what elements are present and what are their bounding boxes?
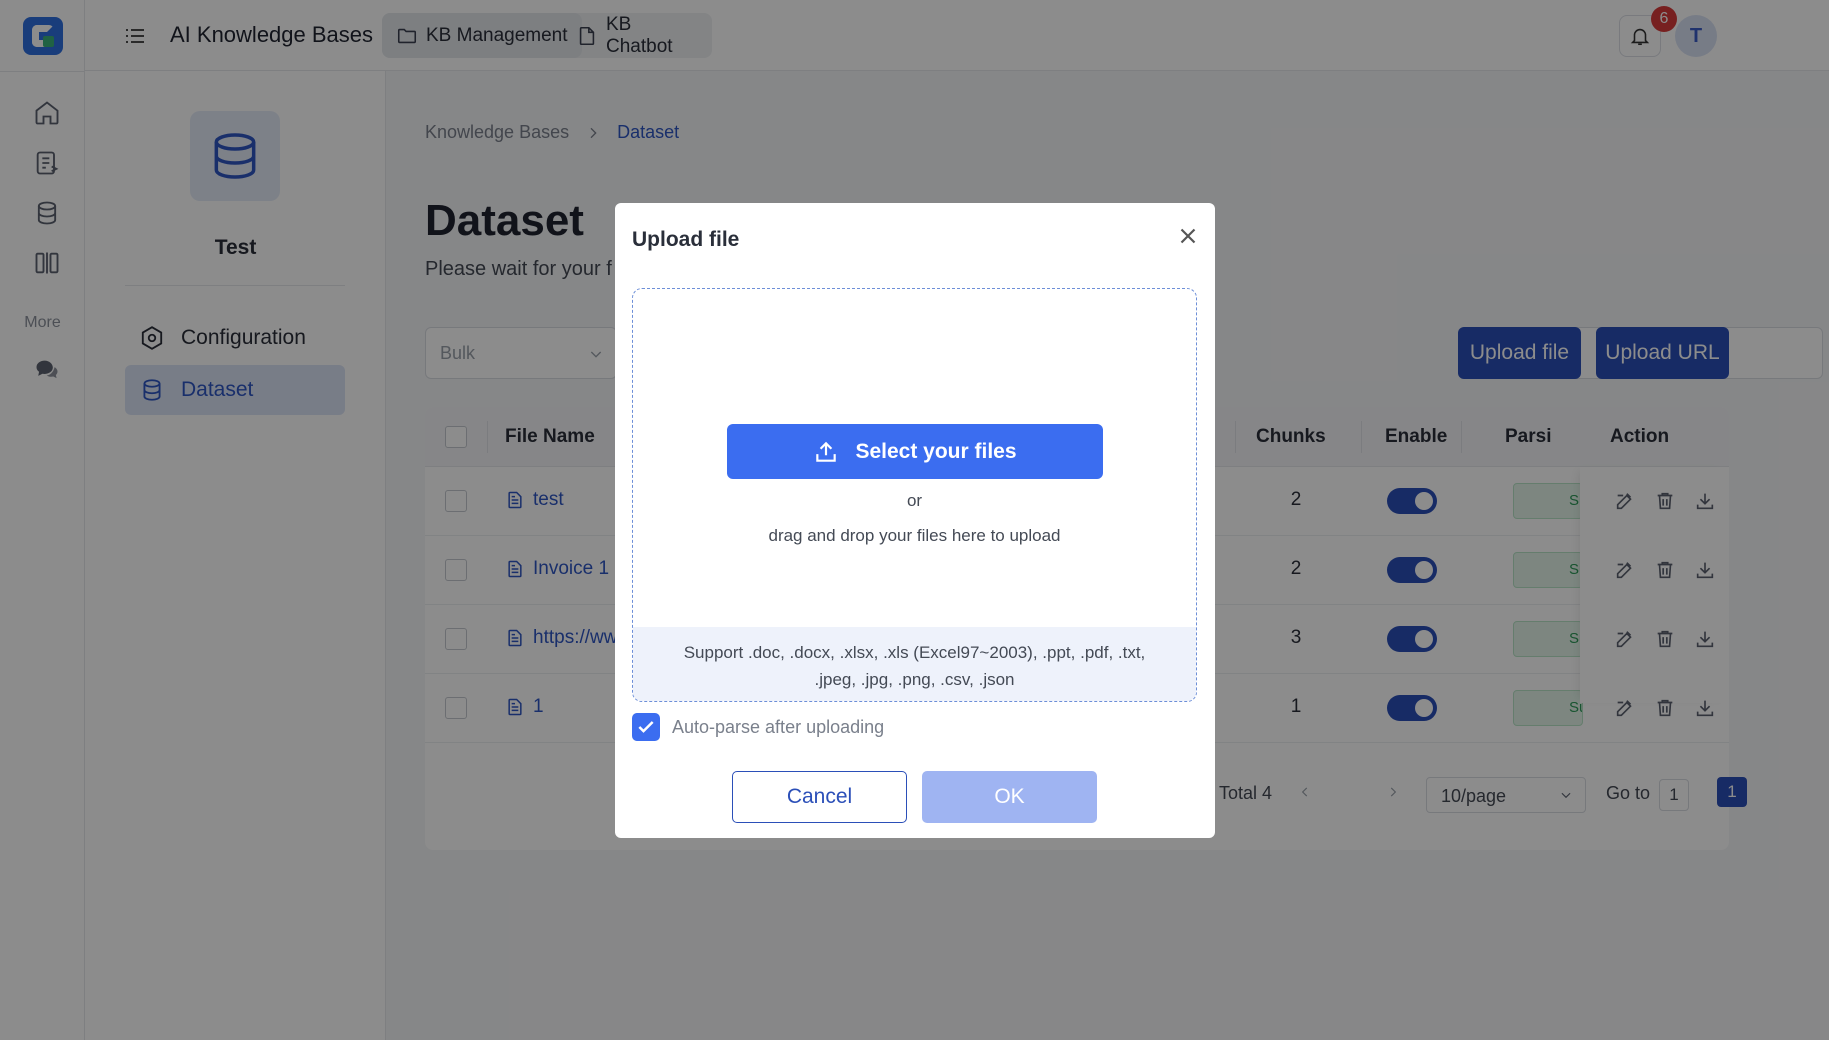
drag-drop-hint: drag and drop your files here to upload (768, 526, 1061, 545)
check-icon (638, 721, 654, 733)
supported-formats-text: Support .doc, .docx, .xlsx, .xls (Excel9… (633, 627, 1196, 701)
file-drop-zone[interactable]: Select your files or drag and drop your … (632, 288, 1197, 702)
auto-parse-label[interactable]: Auto-parse after uploading (672, 717, 884, 738)
ok-button[interactable]: OK (922, 771, 1097, 823)
close-icon[interactable] (1175, 223, 1201, 249)
modal-title: Upload file (632, 228, 740, 251)
or-text: or (906, 491, 923, 510)
auto-parse-checkbox[interactable] (632, 713, 660, 741)
cancel-button[interactable]: Cancel (732, 771, 907, 823)
select-files-button[interactable]: Select your files (727, 424, 1103, 479)
upload-file-modal: Upload file Select your files or drag an… (615, 203, 1215, 838)
select-files-label: Select your files (855, 439, 1017, 463)
upload-icon (813, 439, 839, 465)
